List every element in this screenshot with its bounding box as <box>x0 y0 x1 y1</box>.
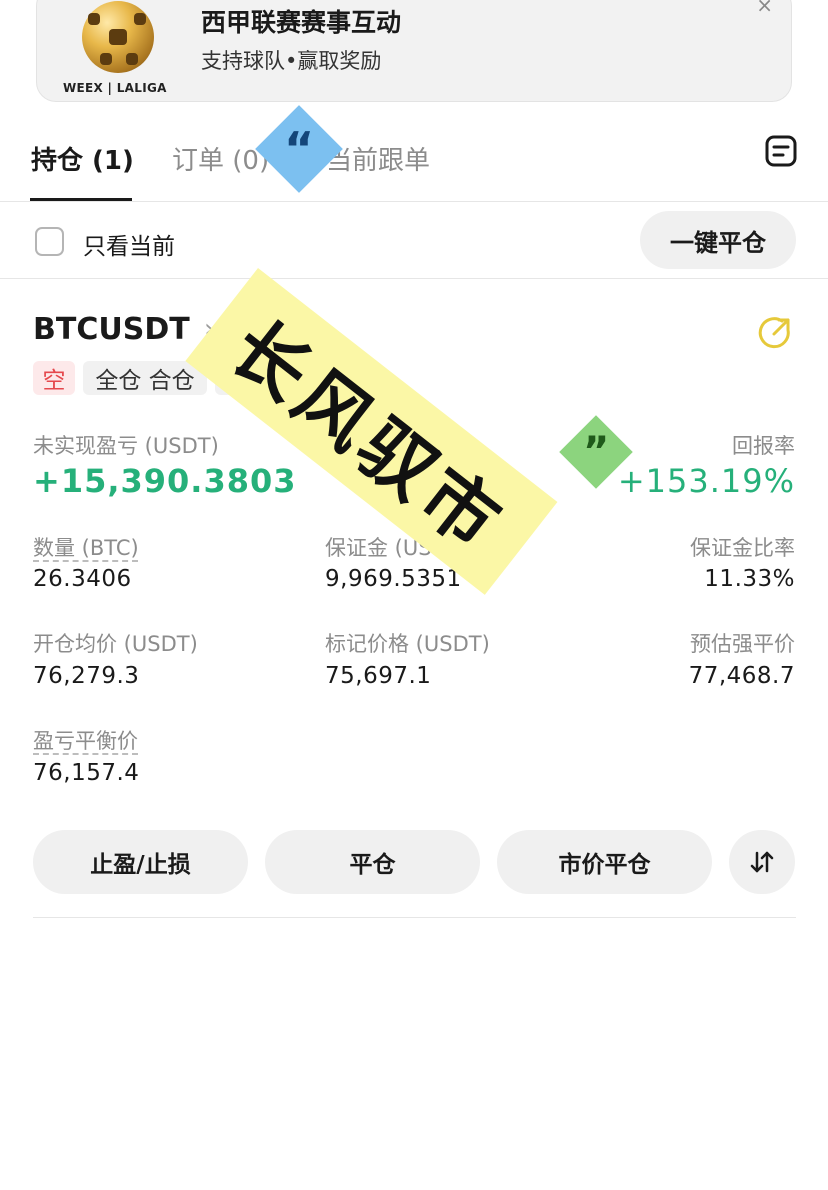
roe-label: 回报率 <box>732 434 795 458</box>
quantity-label[interactable]: 数量 (BTC) <box>33 532 139 562</box>
margin-ratio-label: 保证金比率 <box>690 536 795 560</box>
swap-arrows-icon <box>750 851 774 873</box>
only-current-checkbox[interactable] <box>35 227 64 256</box>
active-tab-indicator <box>30 198 132 201</box>
roe-value: +153.19% <box>617 462 795 500</box>
margin-mode-badge[interactable]: 全仓 合仓 <box>83 361 207 395</box>
close-position-button[interactable]: 平仓 <box>265 830 480 894</box>
market-close-button[interactable]: 市价平仓 <box>497 830 712 894</box>
side-badge: 空 <box>33 361 75 395</box>
tab-orders[interactable]: 订单 (0) <box>172 140 269 177</box>
divider <box>33 917 796 918</box>
unrealized-pnl-label: 未实现盈亏 (USDT) <box>33 434 219 458</box>
liquidation-price-label: 预估强平价 <box>690 632 795 656</box>
tab-positions[interactable]: 持仓 (1) <box>31 140 134 177</box>
margin-ratio-value: 11.33% <box>704 566 795 592</box>
unrealized-pnl-value: +15,390.3803 <box>33 462 297 500</box>
promo-banner[interactable]: WEEX | LALIGA 西甲联赛赛事互动 支持球队•赢取奖励 × <box>36 0 792 102</box>
banner-title: 西甲联赛赛事互动 <box>201 8 402 37</box>
close-icon[interactable]: × <box>756 0 773 15</box>
order-history-icon[interactable] <box>764 134 798 168</box>
tpsl-button[interactable]: 止盈/止损 <box>33 830 248 894</box>
brand-logo: WEEX | LALIGA <box>63 81 167 95</box>
filter-row: 只看当前 一键平仓 <box>0 203 828 279</box>
tab-bar: 持仓 (1) 订单 (0) 当前跟单 <box>0 130 828 202</box>
mark-price-label: 标记价格 (USDT) <box>325 632 490 656</box>
liquidation-price-value: 77,468.7 <box>688 663 795 689</box>
margin-value: 9,969.5351 <box>325 566 462 592</box>
share-icon[interactable] <box>758 316 792 350</box>
banner-subtitle: 支持球队•赢取奖励 <box>201 49 382 73</box>
only-current-label: 只看当前 <box>83 234 175 260</box>
entry-price-value: 76,279.3 <box>33 663 140 689</box>
breakeven-price-label[interactable]: 盈亏平衡价 <box>33 725 138 755</box>
soccer-ball-logo <box>82 1 154 73</box>
reverse-position-button[interactable] <box>729 830 795 894</box>
entry-price-label: 开仓均价 (USDT) <box>33 632 198 656</box>
breakeven-price-value: 76,157.4 <box>33 760 140 786</box>
tab-copy-trading[interactable]: 当前跟单 <box>326 140 430 177</box>
position-symbol[interactable]: BTCUSDT <box>33 312 190 347</box>
sticker-text: 长风驭市 <box>214 304 520 569</box>
quantity-value: 26.3406 <box>33 566 132 592</box>
mark-price-value: 75,697.1 <box>325 663 432 689</box>
close-all-button[interactable]: 一键平仓 <box>640 211 796 269</box>
